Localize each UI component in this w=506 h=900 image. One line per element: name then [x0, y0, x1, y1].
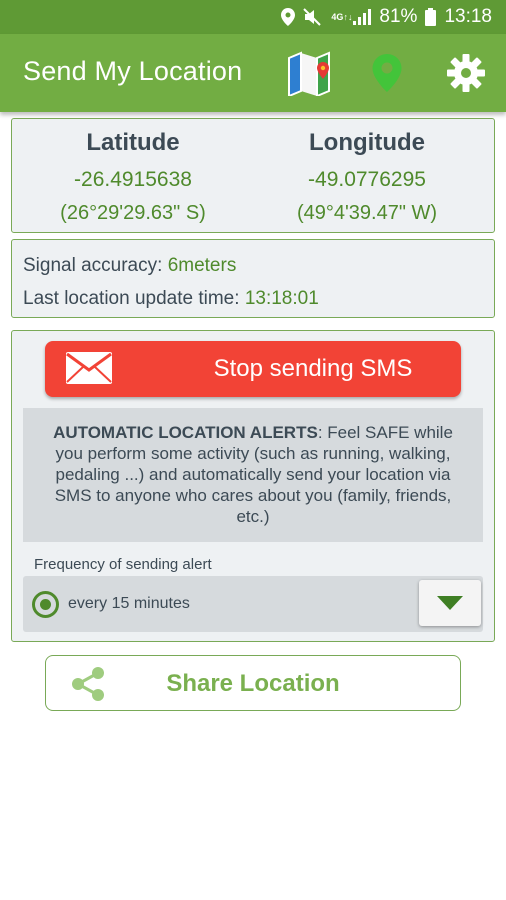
longitude-dms: (49°4'39.47" W)	[296, 202, 438, 224]
last-update-label: Last location update time:	[23, 288, 245, 309]
envelope-icon	[65, 351, 113, 390]
share-location-button[interactable]: Share Location	[45, 655, 461, 711]
settings-button[interactable]	[441, 48, 491, 98]
location-info-card: Signal accuracy: 6meters Last location u…	[11, 239, 495, 318]
latitude-column: Latitude -26.4915638 (26°29'29.63" S)	[12, 119, 254, 225]
longitude-column: Longitude -49.0776295 (49°4'39.47" W)	[246, 119, 488, 225]
sms-alerts-card: Stop sending SMS AUTOMATIC LOCATION ALER…	[11, 330, 495, 642]
longitude-label: Longitude	[309, 129, 425, 156]
dropdown-arrow-icon	[437, 596, 463, 610]
latitude-dms: (26°29'29.63" S)	[60, 202, 206, 224]
signal-accuracy-label: Signal accuracy:	[23, 255, 168, 276]
frequency-value: every 15 minutes	[68, 595, 190, 612]
signal-accuracy-value: 6meters	[167, 255, 237, 276]
latitude-label: Latitude	[86, 129, 180, 156]
app-bar: Send My Location	[0, 34, 506, 112]
map-icon	[288, 51, 330, 96]
frequency-selector[interactable]: every 15 minutes	[23, 576, 483, 632]
signal-accuracy: Signal accuracy: 6meters	[23, 255, 236, 277]
latitude-decimal: -26.4915638	[74, 168, 192, 191]
map-button[interactable]	[284, 48, 334, 98]
signal-icon	[353, 9, 372, 25]
coordinates-card: Latitude -26.4915638 (26°29'29.63" S) Lo…	[11, 118, 495, 233]
alert-title: AUTOMATIC LOCATION ALERTS	[53, 423, 318, 442]
status-bar: 4G ↑↓ 81% 13:18	[0, 0, 506, 34]
share-location-label: Share Location	[166, 670, 340, 697]
battery-icon	[425, 8, 437, 26]
frequency-label: Frequency of sending alert	[34, 556, 212, 573]
stop-sending-sms-button[interactable]: Stop sending SMS	[45, 341, 461, 397]
clock: 13:18	[444, 6, 492, 27]
location-button[interactable]	[362, 48, 412, 98]
last-update-value: 13:18:01	[244, 288, 319, 309]
location-pin-icon	[372, 54, 402, 92]
battery-percent: 81%	[379, 6, 418, 27]
network-type-indicator: 4G ↑↓	[331, 11, 352, 22]
share-icon	[70, 667, 106, 706]
automatic-alerts-description: AUTOMATIC LOCATION ALERTS: Feel SAFE whi…	[23, 408, 483, 542]
location-status-icon	[281, 8, 296, 26]
network-type-label: 4G	[331, 11, 344, 22]
frequency-dropdown-button[interactable]	[419, 580, 481, 626]
last-update: Last location update time: 13:18:01	[23, 288, 319, 310]
mute-icon	[303, 8, 323, 26]
stop-sending-sms-label: Stop sending SMS	[213, 355, 413, 382]
frequency-radio-selected[interactable]	[32, 591, 59, 618]
longitude-decimal: -49.0776295	[308, 168, 426, 191]
settings-gear-icon	[447, 54, 485, 92]
network-arrows: ↑↓	[343, 11, 353, 22]
app-title: Send My Location	[23, 56, 243, 86]
